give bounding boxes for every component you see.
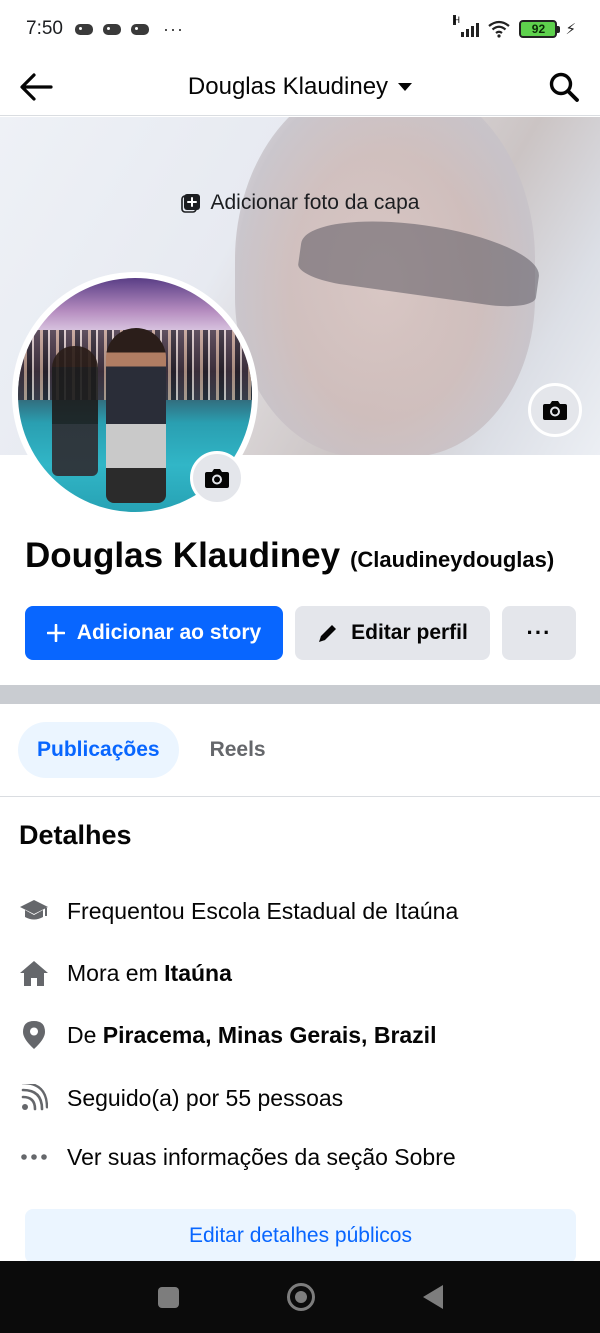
detail-followers[interactable]: Seguido(a) por 55 pessoas bbox=[18, 1078, 588, 1118]
add-photo-icon bbox=[180, 194, 200, 213]
more-options-button[interactable]: ··· bbox=[502, 606, 576, 660]
profile-alternate-name: (Claudineydouglas) bbox=[350, 547, 555, 572]
game-notification-icon bbox=[102, 23, 121, 35]
notification-icons bbox=[74, 23, 149, 35]
profile-actions: Adicionar ao story Editar perfil ··· bbox=[25, 606, 576, 660]
search-icon bbox=[549, 72, 579, 102]
back-button[interactable] bbox=[0, 58, 72, 116]
arrow-left-icon bbox=[20, 72, 53, 101]
game-notification-icon bbox=[130, 23, 149, 35]
top-nav: Douglas Klaudiney bbox=[0, 58, 600, 116]
caret-down-icon bbox=[398, 82, 413, 91]
profile-tabs: Publicações Reels bbox=[18, 722, 285, 778]
add-to-story-label: Adicionar ao story bbox=[76, 621, 262, 644]
detail-lives-prefix: Mora em bbox=[67, 959, 165, 986]
tab-reels[interactable]: Reels bbox=[191, 722, 285, 778]
profile-switcher[interactable]: Douglas Klaudiney bbox=[72, 73, 528, 101]
pencil-icon bbox=[319, 625, 337, 642]
detail-from-prefix: De bbox=[67, 1021, 103, 1048]
add-to-story-button[interactable]: Adicionar ao story bbox=[25, 606, 283, 660]
edit-public-details-button[interactable]: Editar detalhes públicos bbox=[25, 1209, 576, 1263]
detail-lives: Mora em Itaúna bbox=[18, 953, 588, 993]
location-pin-icon bbox=[18, 1019, 50, 1051]
status-time: 7:50 bbox=[26, 18, 63, 39]
profile-photo-person bbox=[106, 328, 166, 503]
detail-lives-city[interactable]: Itaúna bbox=[164, 960, 232, 986]
system-nav-bar bbox=[0, 1261, 600, 1333]
plus-icon bbox=[46, 624, 65, 642]
camera-icon bbox=[543, 401, 567, 420]
profile-screen: 7:50 ··· H 92 ⚡ Douglas Klaudiney Adicio… bbox=[0, 0, 600, 1333]
profile-name-row: Douglas Klaudiney (Claudineydouglas) bbox=[25, 536, 554, 576]
detail-from-text: De Piracema, Minas Gerais, Brazil bbox=[67, 1022, 436, 1049]
section-divider bbox=[0, 685, 600, 704]
edit-profile-button[interactable]: Editar perfil bbox=[295, 606, 490, 660]
detail-followers-text: Seguido(a) por 55 pessoas bbox=[67, 1084, 344, 1111]
add-cover-photo[interactable]: Adicionar foto da capa bbox=[0, 191, 600, 215]
detail-about[interactable]: Ver suas informações da seção Sobre bbox=[18, 1137, 588, 1177]
detail-lives-text: Mora em Itaúna bbox=[67, 960, 232, 987]
add-cover-photo-label: Adicionar foto da capa bbox=[210, 191, 420, 214]
battery-icon: 92 bbox=[519, 20, 561, 38]
detail-from-place[interactable]: Piracema, Minas Gerais, Brazil bbox=[103, 1022, 437, 1048]
edit-profile-label: Editar perfil bbox=[351, 621, 468, 644]
more-dots-icon: ··· bbox=[526, 620, 552, 645]
nav-title: Douglas Klaudiney bbox=[187, 72, 389, 100]
status-right: H 92 ⚡ bbox=[453, 15, 576, 38]
more-dots-icon bbox=[18, 1141, 50, 1173]
profile-photo-person bbox=[52, 346, 98, 476]
recents-button[interactable] bbox=[157, 1286, 179, 1308]
tabs-divider bbox=[0, 796, 600, 797]
detail-school: Frequentou Escola Estadual de Itaúna bbox=[18, 891, 588, 931]
details-heading: Detalhes bbox=[19, 820, 132, 850]
camera-icon bbox=[205, 469, 229, 488]
wifi-icon bbox=[488, 20, 511, 38]
rss-icon bbox=[18, 1082, 50, 1114]
tab-publicacoes[interactable]: Publicações bbox=[18, 722, 179, 778]
detail-school-text: Frequentou Escola Estadual de Itaúna bbox=[67, 897, 459, 924]
charging-icon: ⚡ bbox=[565, 21, 576, 38]
game-notification-icon bbox=[74, 23, 93, 35]
edit-cover-button[interactable] bbox=[528, 383, 582, 437]
detail-about-text: Ver suas informações da seção Sobre bbox=[67, 1143, 456, 1170]
edit-profile-picture-button[interactable] bbox=[190, 451, 244, 505]
signal-icon: H bbox=[453, 15, 480, 37]
battery-level: 92 bbox=[531, 22, 546, 36]
detail-from: De Piracema, Minas Gerais, Brazil bbox=[18, 1015, 588, 1055]
more-notifications: ··· bbox=[162, 18, 184, 39]
home-button[interactable] bbox=[286, 1283, 315, 1311]
search-button[interactable] bbox=[528, 58, 600, 116]
network-type: H bbox=[453, 15, 460, 25]
system-back-button[interactable] bbox=[422, 1285, 443, 1309]
graduation-cap-icon bbox=[18, 895, 50, 927]
status-bar: 7:50 ··· H 92 ⚡ bbox=[0, 0, 600, 58]
profile-name: Douglas Klaudiney bbox=[25, 536, 341, 575]
home-icon bbox=[18, 957, 50, 989]
